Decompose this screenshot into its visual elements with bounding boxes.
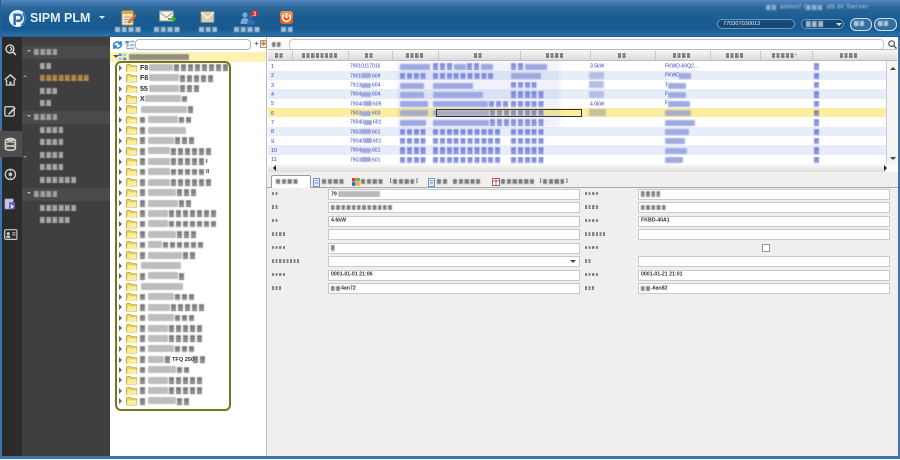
svg-text:3: 3 (253, 11, 257, 18)
